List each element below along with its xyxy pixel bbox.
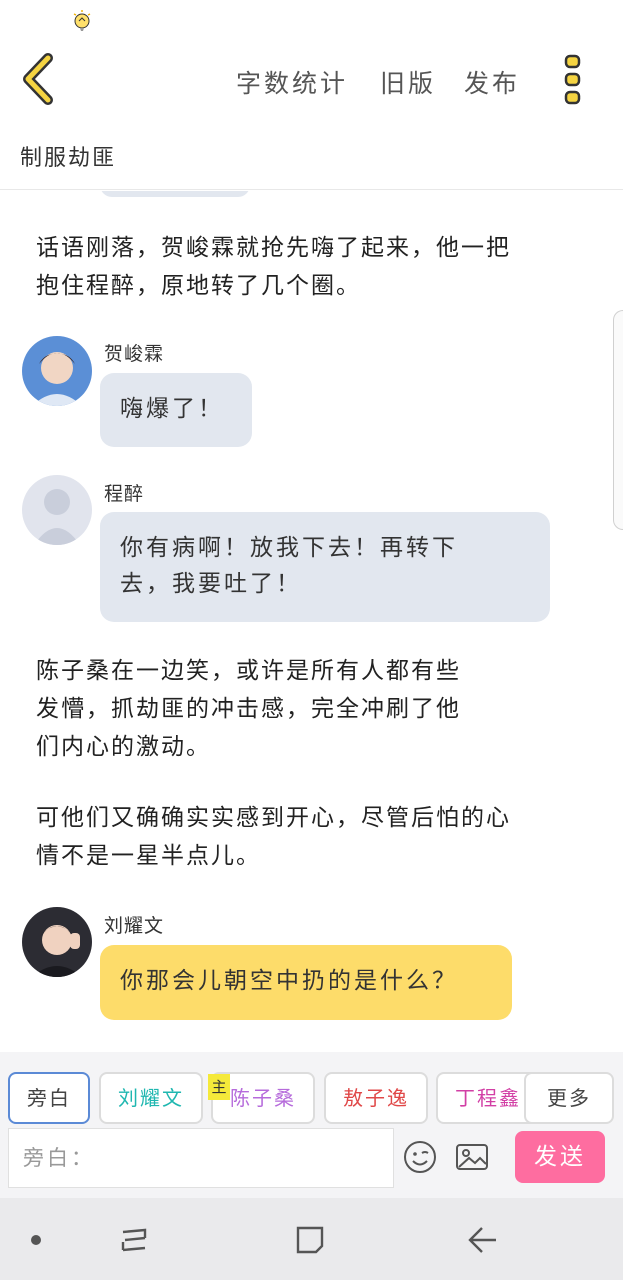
recent-apps-icon[interactable] bbox=[115, 1224, 155, 1256]
word-count-button[interactable]: 字数统计 bbox=[236, 64, 348, 100]
role-tab-narration[interactable]: 旁白 bbox=[8, 1072, 90, 1124]
default-avatar-icon bbox=[22, 475, 92, 545]
narration-line: 抱住程醉，原地转了几个圈。 bbox=[36, 273, 361, 299]
message-input[interactable]: 旁白： bbox=[8, 1128, 394, 1188]
narration-line: 可他们又确确实实感到开心，尽管后怕的心 bbox=[36, 805, 511, 831]
speaker-name: 刘耀文 bbox=[104, 915, 165, 937]
avatar-photo bbox=[22, 336, 92, 406]
narration-block: 陈子桑在一边笑，或许是所有人都有些 发懵，抓劫匪的冲击感，完全冲刷了他 们内心的… bbox=[36, 652, 461, 766]
speaker-name: 程醉 bbox=[104, 483, 145, 505]
vertical-dots-icon[interactable] bbox=[558, 52, 588, 108]
avatar[interactable] bbox=[22, 475, 92, 545]
message-text: 你有病啊！放我下去！再转下 bbox=[120, 535, 458, 561]
narration-line: 话语刚落，贺峻霖就抢先嗨了起来，他一把 bbox=[36, 235, 511, 261]
message-text: 去，我要吐了！ bbox=[120, 571, 302, 597]
dot-icon[interactable] bbox=[20, 1224, 60, 1256]
old-version-button[interactable]: 旧版 bbox=[380, 64, 436, 100]
home-icon[interactable] bbox=[290, 1224, 330, 1256]
chat-bubble: 你那会儿朝空中扔的是什么？ bbox=[100, 945, 512, 1020]
chat-bubble: 你有病啊！放我下去！再转下 去，我要吐了！ bbox=[100, 512, 550, 622]
narration-line: 们内心的激动。 bbox=[36, 734, 211, 760]
send-button[interactable]: 发送 bbox=[515, 1131, 605, 1183]
chat-area[interactable]: 话语刚落，贺峻霖就抢先嗨了起来，他一把 抱住程醉，原地转了几个圈。 贺峻霖 嗨爆… bbox=[0, 191, 623, 1051]
work-title: 制服劫匪 bbox=[20, 146, 117, 171]
previous-bubble bbox=[100, 191, 250, 197]
avatar-photo bbox=[22, 907, 92, 977]
avatar[interactable] bbox=[22, 336, 92, 406]
avatar[interactable] bbox=[22, 907, 92, 977]
back-icon[interactable] bbox=[462, 1224, 502, 1256]
screen: 字数统计 旧版 发布 制服劫匪 话语刚落，贺峻霖就抢先嗨了起来，他一把 抱住程醉… bbox=[0, 0, 623, 1280]
narration-line: 陈子桑在一边笑，或许是所有人都有些 bbox=[36, 658, 461, 684]
narration-line: 发懵，抓劫匪的冲击感，完全冲刷了他 bbox=[36, 696, 461, 722]
narration-block: 话语刚落，贺峻霖就抢先嗨了起来，他一把 抱住程醉，原地转了几个圈。 bbox=[36, 229, 511, 305]
chevron-left-icon[interactable] bbox=[16, 52, 66, 106]
message-text: 你那会儿朝空中扔的是什么？ bbox=[120, 968, 458, 994]
narration-line: 情不是一星半点儿。 bbox=[36, 843, 261, 869]
scrollbar-handle[interactable] bbox=[613, 310, 623, 530]
input-panel: 旁白 刘耀文 陈子桑 主 敖子逸 丁程鑫 更多 旁白： 发送 bbox=[0, 1052, 623, 1198]
lightbulb-icon bbox=[73, 10, 91, 31]
role-tab-liuyaowen[interactable]: 刘耀文 bbox=[99, 1072, 203, 1124]
emoji-icon[interactable] bbox=[403, 1140, 437, 1174]
narration-block: 可他们又确确实实感到开心，尽管后怕的心 情不是一星半点儿。 bbox=[36, 799, 511, 875]
main-character-badge: 主 bbox=[208, 1074, 230, 1100]
role-tab-aozixia[interactable]: 敖子逸 bbox=[324, 1072, 428, 1124]
more-roles-button[interactable]: 更多 bbox=[524, 1072, 614, 1124]
image-icon[interactable] bbox=[455, 1140, 489, 1174]
publish-button[interactable]: 发布 bbox=[464, 64, 520, 100]
speaker-name: 贺峻霖 bbox=[104, 343, 165, 365]
header: 字数统计 旧版 发布 bbox=[0, 40, 623, 120]
message-text: 嗨爆了！ bbox=[120, 396, 224, 422]
title-bar: 制服劫匪 bbox=[0, 120, 623, 190]
status-bar bbox=[0, 0, 623, 40]
chat-bubble: 嗨爆了！ bbox=[100, 373, 252, 447]
system-nav-bar bbox=[0, 1198, 623, 1280]
